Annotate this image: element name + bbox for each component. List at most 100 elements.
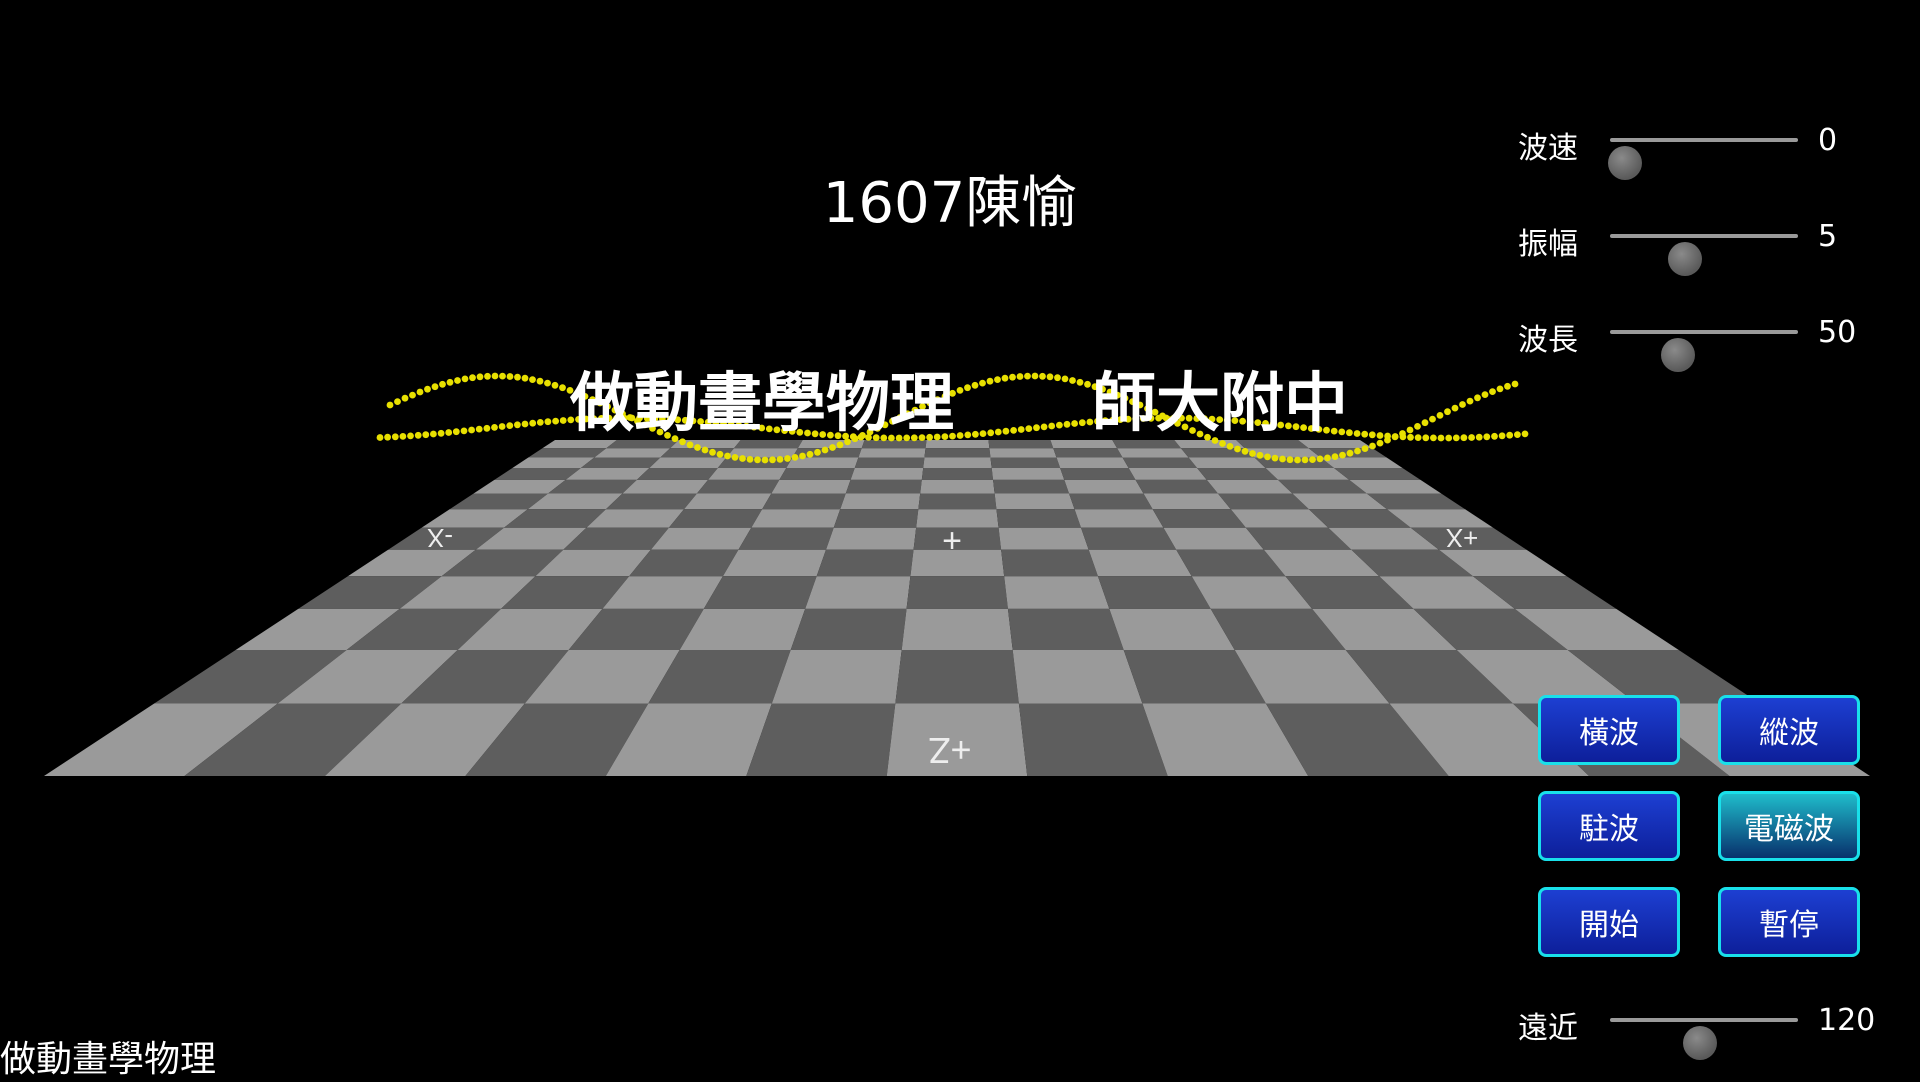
floor-tile: [1122, 457, 1198, 468]
wave-particle: [529, 376, 536, 383]
floor-tile: [1056, 457, 1129, 468]
floor-tile: [790, 608, 907, 650]
wave-particle: [1406, 426, 1414, 434]
wave-particle: [1048, 422, 1056, 430]
floor-tile: [924, 448, 991, 458]
wave-particle: [376, 434, 384, 441]
wave-particle: [994, 376, 1001, 383]
floor-tile: [1081, 527, 1177, 550]
wave-particle: [1384, 436, 1391, 444]
wave-particle: [1422, 434, 1430, 442]
standing-wave-button[interactable]: 駐波: [1538, 791, 1680, 861]
wave-particle: [1452, 434, 1460, 442]
wave-particle: [1496, 385, 1504, 393]
wavelength-knob[interactable]: [1660, 338, 1695, 372]
wave-particle: [407, 432, 414, 440]
wave-particle: [1475, 433, 1483, 441]
wave-particle: [394, 398, 401, 405]
amplitude-label: 振幅: [1518, 227, 1578, 262]
wave-particle: [498, 423, 506, 430]
distance-slider[interactable]: [1610, 1018, 1798, 1060]
wave-particle: [1361, 445, 1369, 452]
floor-tile: [512, 457, 595, 468]
floor-tile: [738, 527, 834, 550]
floor-tile: [779, 468, 855, 480]
wave-particle: [1511, 380, 1519, 388]
floor-tile: [1117, 448, 1189, 458]
floor-tile: [703, 576, 817, 609]
wave-particle: [551, 381, 559, 389]
wavelength-control: 波長 50: [1512, 307, 1892, 372]
floor-tile: [1197, 468, 1279, 480]
amplitude-knob[interactable]: [1668, 242, 1703, 276]
floor-tile: [683, 493, 772, 510]
floor-tile: [1128, 468, 1207, 480]
floor-tile: [1060, 468, 1136, 480]
wave-particle: [1061, 375, 1069, 383]
wave-particle: [439, 380, 446, 388]
wave-particle: [414, 431, 422, 439]
floor-tile: [854, 457, 925, 468]
wave-particle: [1399, 430, 1406, 437]
floor-tile: [994, 493, 1075, 510]
wave-particle: [1054, 374, 1061, 382]
wave-particle: [1361, 430, 1369, 438]
wave-speed-knob[interactable]: [1608, 146, 1643, 180]
electromagnetic-wave-button[interactable]: 電磁波: [1718, 791, 1860, 861]
wave-speed-slider[interactable]: [1608, 138, 1798, 180]
wave-particle: [491, 372, 499, 380]
start-button[interactable]: 開始: [1538, 887, 1680, 957]
floor-tile: [1001, 549, 1098, 577]
wave-particle: [559, 417, 567, 424]
wave-particle: [446, 378, 454, 386]
wave-particle: [1249, 450, 1256, 457]
wave-particle: [1421, 419, 1429, 427]
wave-particle: [987, 429, 995, 437]
amplitude-slider[interactable]: [1610, 234, 1798, 276]
wave-particle: [1414, 423, 1421, 430]
wave-particle: [1226, 443, 1234, 450]
floor-tile: [528, 448, 607, 458]
wave-particle: [1514, 431, 1521, 438]
wave-particle: [1468, 434, 1475, 441]
floor-tile: [921, 468, 994, 480]
wave-particle: [1309, 456, 1316, 463]
wave-particle: [1331, 453, 1339, 460]
floor-tile: [1064, 479, 1144, 494]
wave-particle: [1071, 420, 1078, 427]
wave-particle: [1459, 401, 1466, 408]
wave-particle: [552, 417, 559, 425]
wave-particle: [1369, 442, 1376, 450]
wave-particle: [484, 372, 491, 380]
pause-button[interactable]: 暫停: [1718, 887, 1860, 957]
wave-particle: [1353, 430, 1361, 437]
floor-tile: [1018, 703, 1168, 776]
wave-particle: [1466, 397, 1474, 405]
wave-particle: [1429, 415, 1436, 423]
wave-particle: [1241, 447, 1249, 455]
wave-particle: [1286, 456, 1294, 464]
wave-particle: [536, 377, 544, 385]
distance-knob[interactable]: [1683, 1026, 1718, 1060]
floor-tile: [996, 509, 1082, 528]
plus-z-label: +Z: [928, 730, 971, 771]
wave-particle: [821, 446, 829, 454]
wave-particle: [1368, 431, 1376, 439]
page-title: 1607陳愉: [822, 171, 1078, 236]
wave-particle: [506, 373, 514, 380]
wave-particle: [791, 454, 799, 461]
wave-particle: [1491, 432, 1498, 440]
floor-tile: [805, 576, 911, 609]
wave-particle: [476, 373, 484, 381]
wave-particle: [701, 446, 709, 454]
floor-tile: [906, 576, 1008, 609]
transverse-wave-button[interactable]: 橫波: [1538, 695, 1680, 765]
wave-particle: [731, 454, 739, 461]
wave-particle: [1407, 433, 1414, 441]
wave-particle: [1414, 434, 1422, 441]
longitudinal-wave-button[interactable]: 縱波: [1718, 695, 1860, 765]
wavelength-slider[interactable]: [1610, 330, 1798, 372]
wave-particle: [806, 450, 814, 458]
floor-tile: [840, 493, 921, 510]
wave-particle: [1256, 451, 1264, 459]
